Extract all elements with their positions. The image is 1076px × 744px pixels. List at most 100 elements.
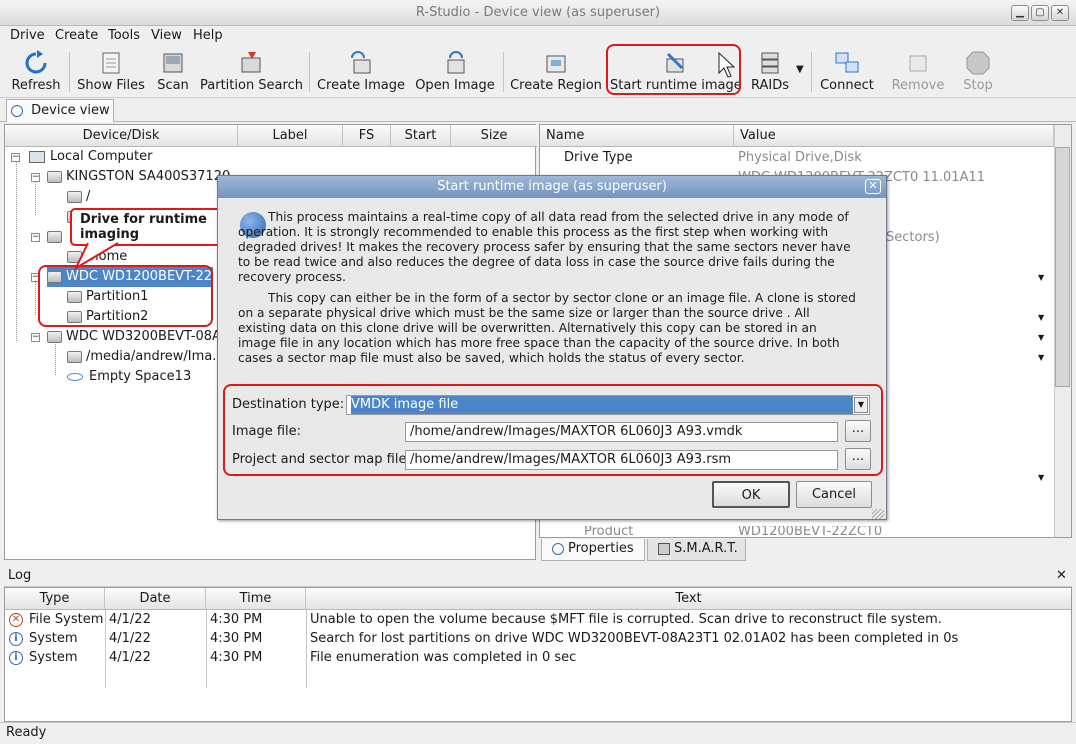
- open-image-icon: [447, 51, 465, 74]
- column-header-start[interactable]: Start: [391, 125, 451, 147]
- remove-button[interactable]: Remove: [888, 48, 948, 96]
- disk-icon: [47, 230, 62, 243]
- scrollbar-thumb[interactable]: [1055, 147, 1070, 387]
- toolbar: Refresh Show Files Scan Partition Search…: [0, 44, 1076, 98]
- close-log-icon[interactable]: ✕: [1056, 567, 1067, 585]
- refresh-button[interactable]: Refresh: [8, 48, 64, 96]
- log-title-bar: Log ✕: [4, 567, 1072, 587]
- close-window-button[interactable]: ✕: [1051, 5, 1069, 21]
- computer-icon: [29, 150, 45, 163]
- menu-view[interactable]: View: [151, 28, 182, 43]
- resize-grip[interactable]: [872, 509, 884, 519]
- window-title-bar: R-Studio - Device view (as superuser) ▁ …: [0, 0, 1076, 26]
- info-icon: [552, 542, 564, 555]
- callout-pointer: [73, 242, 119, 270]
- property-dropdown-icon[interactable]: ▼: [1038, 313, 1044, 322]
- toolbar-separator: [811, 52, 812, 92]
- show-files-button[interactable]: Show Files: [76, 48, 146, 96]
- connect-button[interactable]: Connect: [818, 48, 876, 96]
- property-product-name: Product: [584, 526, 634, 538]
- property-drive-type-name: Drive Type: [564, 150, 633, 165]
- window-title: R-Studio - Device view (as superuser): [415, 5, 661, 20]
- tree-item-local-computer[interactable]: Local Computer: [29, 147, 152, 167]
- selected-drive-highlight: [38, 265, 213, 327]
- minimize-button[interactable]: ▁: [1011, 5, 1029, 21]
- dialog-close-button[interactable]: ✕: [865, 179, 881, 194]
- stop-icon: [966, 51, 990, 75]
- disk-icon: [47, 170, 62, 183]
- show-files-icon: [102, 52, 120, 74]
- status-text: Ready: [6, 725, 47, 740]
- log-column-time[interactable]: Time: [206, 588, 306, 610]
- scan-button[interactable]: Scan: [154, 48, 192, 96]
- property-dropdown-icon[interactable]: ▼: [1038, 273, 1044, 282]
- menu-bar: Drive Create Tools View Help: [0, 26, 1076, 46]
- tree-line: [35, 281, 36, 315]
- raids-dropdown-arrow-icon[interactable]: ▼: [796, 64, 804, 75]
- property-dropdown-icon[interactable]: ▼: [1038, 473, 1044, 482]
- create-image-button[interactable]: Create Image: [316, 48, 406, 96]
- log-title: Log: [8, 568, 32, 583]
- tree-item-wdc-3200[interactable]: WDC WD3200BEVT-08A2: [47, 327, 229, 347]
- dialog-title-bar: Start runtime image (as superuser): [218, 176, 886, 198]
- raids-button[interactable]: RAIDs: [750, 48, 790, 96]
- create-region-icon: [546, 55, 566, 73]
- runtime-image-dialog: Start runtime image (as superuser) ✕ Thi…: [217, 175, 887, 520]
- log-column-date[interactable]: Date: [105, 588, 206, 610]
- menu-drive[interactable]: Drive: [10, 28, 45, 43]
- raids-icon: [761, 52, 779, 74]
- tab-properties[interactable]: Properties: [541, 539, 645, 561]
- partition-search-button[interactable]: Partition Search: [200, 48, 303, 96]
- dialog-paragraph-1: This process maintains a real-time copy …: [238, 210, 851, 284]
- remove-icon: [909, 55, 927, 72]
- property-sectors-value: Sectors): [886, 230, 940, 245]
- column-header-device[interactable]: Device/Disk: [5, 125, 238, 147]
- tab-device-view[interactable]: Device view: [6, 99, 114, 122]
- tab-smart[interactable]: S.M.A.R.T.: [647, 539, 746, 561]
- stop-button[interactable]: Stop: [958, 48, 998, 96]
- tree-line: [16, 161, 17, 341]
- log-panel: Log ✕ Type Date Time Text ✕ File System …: [4, 567, 1072, 722]
- tree-item-media[interactable]: /media/andrew/Ima...: [67, 347, 225, 367]
- dialog-paragraph-2: This copy can either be in the form of a…: [238, 291, 856, 365]
- toolbar-separator: [69, 52, 70, 92]
- tree-item-empty-space[interactable]: Empty Space13: [67, 367, 191, 387]
- property-dropdown-icon[interactable]: ▼: [1038, 353, 1044, 362]
- tree-item-disk[interactable]: [47, 227, 66, 247]
- log-column-text[interactable]: Text: [306, 588, 1071, 610]
- menu-tools[interactable]: Tools: [108, 28, 140, 43]
- property-dropdown-icon[interactable]: ▼: [1038, 333, 1044, 342]
- maximize-button[interactable]: ▢: [1031, 5, 1049, 21]
- column-header-size[interactable]: Size: [451, 125, 537, 147]
- column-header-name[interactable]: Name: [540, 125, 734, 147]
- refresh-icon: [25, 50, 47, 74]
- status-bar: Ready: [0, 722, 1076, 744]
- error-icon: ✕: [9, 613, 23, 627]
- destination-settings-highlight: [223, 384, 883, 476]
- view-tab-strip: Device view: [0, 98, 1076, 122]
- cancel-button[interactable]: Cancel: [796, 481, 872, 508]
- ok-button[interactable]: OK: [712, 481, 790, 508]
- column-header-value[interactable]: Value: [734, 125, 1054, 147]
- tree-expander[interactable]: −: [11, 153, 20, 162]
- tree-expander[interactable]: −: [31, 233, 40, 242]
- menu-help[interactable]: Help: [193, 28, 223, 43]
- empty-space-icon: [67, 372, 83, 381]
- disk-icon: [47, 330, 62, 343]
- log-column-type[interactable]: Type: [5, 588, 105, 610]
- property-product-value: WD1200BEVT-22ZCT0: [738, 526, 883, 538]
- menu-create[interactable]: Create: [55, 28, 98, 43]
- partition-icon: [67, 190, 82, 203]
- tree-expander[interactable]: −: [31, 173, 40, 182]
- tree-expander[interactable]: −: [31, 333, 40, 342]
- tree-item-root[interactable]: /: [67, 187, 90, 207]
- open-image-button[interactable]: Open Image: [414, 48, 496, 96]
- tree-item-kingston[interactable]: KINGSTON SA400S37120: [47, 167, 230, 187]
- create-image-icon: [351, 51, 371, 74]
- column-header-fs[interactable]: FS: [343, 125, 391, 147]
- info-icon: i: [9, 632, 23, 646]
- create-region-button[interactable]: Create Region: [510, 48, 602, 96]
- column-header-label[interactable]: Label: [238, 125, 343, 147]
- connect-icon: [835, 52, 859, 73]
- partition-icon: [67, 350, 82, 363]
